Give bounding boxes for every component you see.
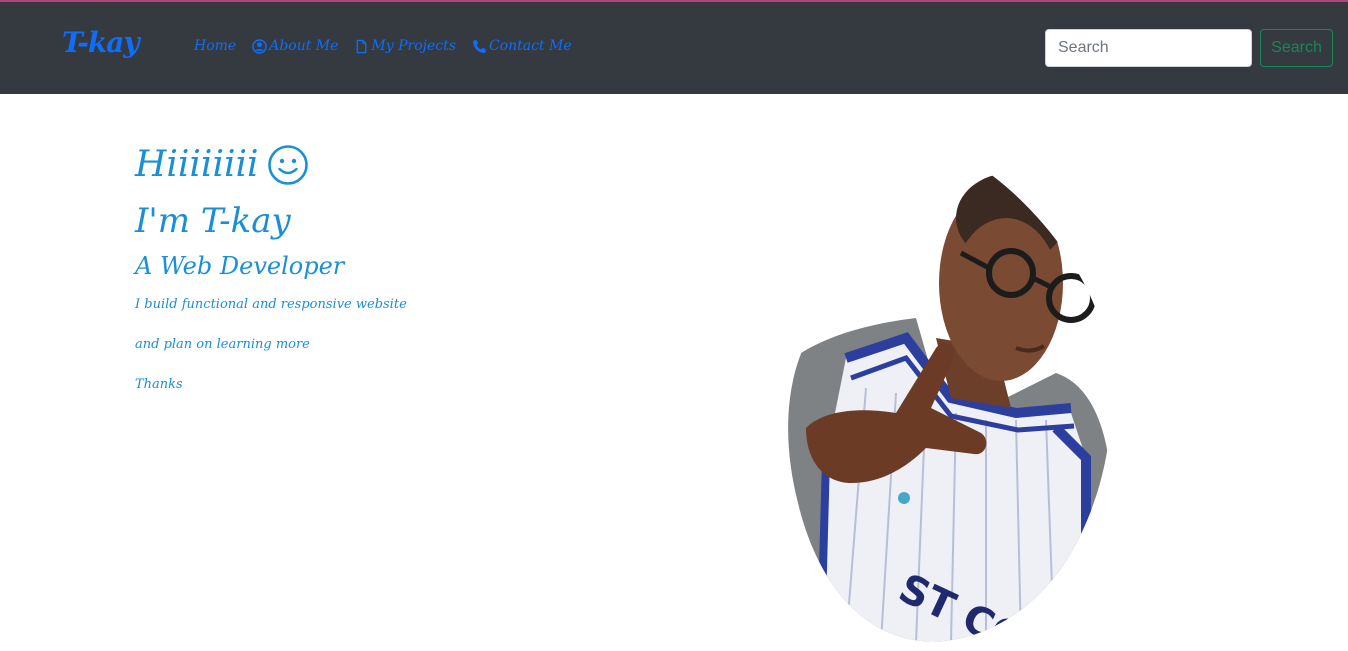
thanks-text: Thanks	[135, 377, 183, 392]
nav-link-contact[interactable]: Contact Me	[472, 38, 572, 54]
profile-photo-illustration: ST COA	[788, 160, 1112, 642]
smiley-face-icon	[267, 145, 308, 185]
brand-logo[interactable]: T-kay	[62, 26, 140, 59]
nav-link-label: Home	[194, 38, 237, 54]
profile-photo: ST COA	[786, 158, 1116, 642]
nav-link-label: My Projects	[371, 38, 456, 54]
nav-link-projects[interactable]: My Projects	[354, 38, 456, 54]
role-heading: A Web Developer	[135, 252, 345, 280]
description-line: I build functional and responsive websit…	[135, 297, 407, 312]
file-icon	[357, 39, 367, 53]
user-circle-icon	[252, 38, 268, 54]
nav-link-label: Contact Me	[488, 38, 572, 54]
search-input[interactable]	[1045, 29, 1252, 67]
description-line: and plan on learning more	[135, 337, 310, 352]
greeting: Hiiiiiiii	[135, 140, 535, 190]
nav-link-about[interactable]: About Me	[252, 38, 338, 54]
nav-links: Home About Me My Projects Contact Me	[194, 38, 588, 54]
greeting-text: Hiiiiiiii	[135, 144, 259, 185]
nav-link-home[interactable]: Home	[194, 38, 236, 54]
nav-link-label: About Me	[269, 38, 339, 54]
hero-section: Hiiiiiiii I'm T-kay A Web Developer I bu…	[135, 140, 535, 394]
search-button[interactable]: Search	[1260, 29, 1333, 67]
phone-icon	[473, 39, 486, 53]
intro-heading: I'm T-kay	[135, 201, 291, 241]
navbar: T-kay Home About Me My Projects Contact …	[0, 2, 1348, 94]
